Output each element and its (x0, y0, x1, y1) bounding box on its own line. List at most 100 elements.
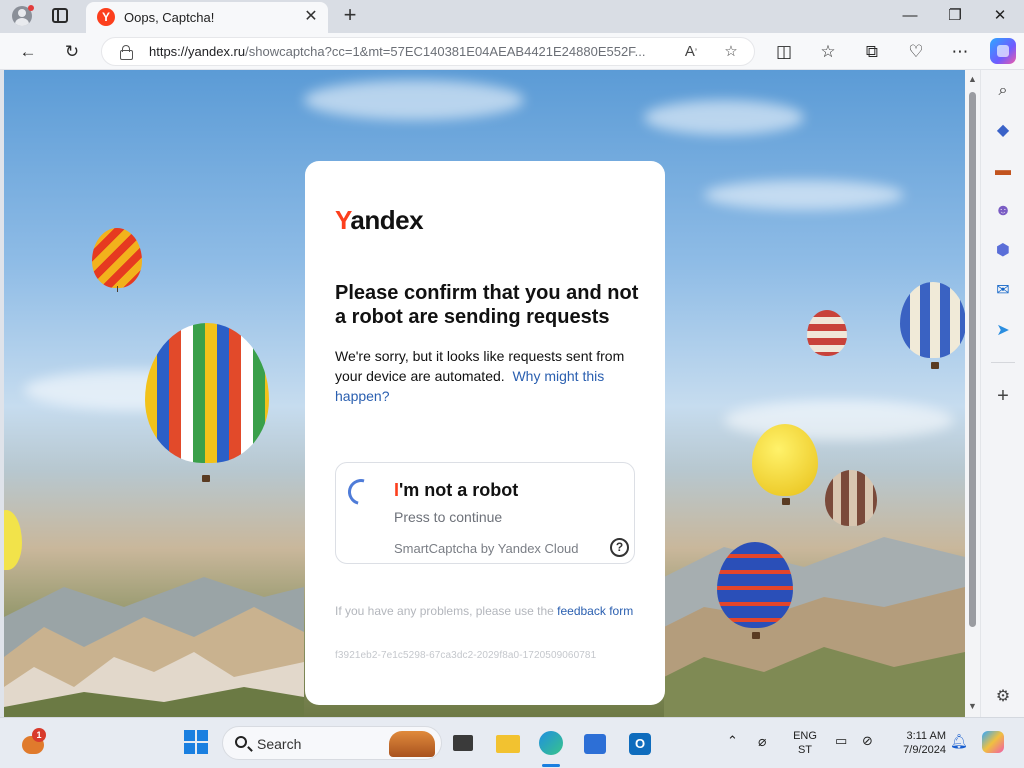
logo-rest: andex (350, 205, 424, 235)
balloon-rope (117, 286, 118, 292)
outlook-new-icon[interactable]: O (627, 730, 653, 756)
clock-time: 3:11 AM (906, 730, 946, 742)
tab-bar: Y Oops, Captcha! ✕ + — ❐ ✕ (0, 0, 1024, 33)
hot-air-balloon (807, 310, 847, 356)
captcha-description: We're sorry, but it looks like requests … (335, 346, 640, 406)
back-arrow-icon[interactable]: ← (15, 39, 41, 65)
clock[interactable]: 3:11 AM 7/9/2024 (886, 729, 946, 757)
send-icon[interactable]: ➤ (992, 320, 1014, 342)
cloud (704, 180, 904, 210)
tab-close-icon[interactable]: ✕ (302, 8, 320, 26)
clock-date: 7/9/2024 (903, 744, 946, 756)
url-path: /showcaptcha?cc=1&mt=57EC140381E04AEAB44… (245, 44, 646, 59)
request-id: f3921eb2-7e1c5298-67ca3dc2-2029f8a0-1720… (335, 650, 597, 661)
problems-text: If you have any problems, please use the (335, 604, 554, 618)
address-bar[interactable]: https://yandex.ru/showcaptcha?cc=1&mt=57… (101, 37, 755, 66)
lock-icon[interactable] (120, 45, 133, 60)
search-icon (235, 736, 247, 748)
minimize-icon[interactable]: — (895, 4, 925, 28)
cloud (644, 100, 804, 135)
collections-icon[interactable]: ⧉ (859, 39, 885, 65)
scroll-down-arrow-icon[interactable]: ▼ (965, 701, 980, 713)
balloon-basket (752, 632, 760, 639)
heart-pulse-icon[interactable]: ♡ (903, 39, 929, 65)
hot-air-balloon (717, 542, 793, 628)
copilot-preview-icon[interactable] (982, 731, 1004, 753)
windows-taskbar: 1 Search O ⌃ ⌀ ENG ST ▭ ⊘ 3:11 AM 7/9/20… (0, 717, 1024, 768)
notifications-bell-icon[interactable]: 🔔︎ (950, 734, 968, 748)
loading-spinner-icon (343, 474, 379, 510)
volume-muted-icon[interactable]: ⊘ (862, 734, 873, 748)
hot-air-balloon (825, 470, 877, 526)
show-hidden-icons-chevron-icon[interactable]: ⌃ (727, 734, 738, 748)
people-icon[interactable]: ☻ (992, 200, 1014, 222)
display-icon[interactable]: ▭ (835, 734, 847, 748)
yandex-logo: Yandex (335, 205, 424, 236)
hot-air-balloon (145, 323, 269, 463)
url-text[interactable]: https://yandex.ru/showcaptcha?cc=1&mt=57… (149, 44, 674, 59)
restore-icon[interactable]: ❐ (940, 4, 970, 28)
scroll-up-arrow-icon[interactable]: ▲ (965, 74, 980, 86)
network-icon[interactable]: ⌀ (758, 734, 766, 748)
split-screen-icon[interactable]: ◫ (771, 39, 797, 65)
page-title: Please confirm that you and not a robot … (335, 282, 639, 328)
edge-sidebar: ⌕ ◆ ▬ ☻ ⬢ ✉ ➤ + ⚙ (980, 70, 1024, 717)
vertical-scrollbar[interactable]: ▲ ▼ (965, 70, 980, 717)
favorite-star-icon[interactable]: ☆ (720, 41, 742, 63)
robot-title-rest: 'm not a robot (399, 480, 519, 500)
shopping-tag-icon[interactable]: ◆ (992, 120, 1014, 142)
balloon-basket (202, 475, 210, 482)
language-code: ENG (793, 730, 817, 742)
read-aloud-icon[interactable]: Aʼ (680, 41, 702, 63)
balloon-basket (782, 498, 790, 505)
hot-air-balloon (900, 282, 965, 358)
profile-notification-dot (28, 5, 34, 11)
notification-badge: 1 (32, 728, 46, 742)
copilot-icon[interactable] (990, 38, 1016, 64)
search-label: Search (257, 736, 302, 752)
search-icon[interactable]: ⌕ (992, 80, 1014, 102)
add-sidebar-app-plus-icon[interactable]: + (992, 385, 1014, 407)
yandex-favicon-icon: Y (97, 8, 115, 26)
browser-toolbar: ← ↻ https://yandex.ru/showcaptcha?cc=1&m… (0, 33, 1024, 70)
keyboard-layout: ST (797, 744, 813, 756)
search-highlight-image (389, 731, 435, 757)
cloud (724, 400, 954, 440)
taskbar-search-box[interactable]: Search (222, 726, 442, 760)
task-view-icon[interactable] (450, 730, 476, 756)
balloon-basket (931, 362, 939, 369)
hot-air-balloon (752, 424, 818, 496)
new-tab-plus-icon[interactable]: + (338, 4, 362, 28)
not-a-robot-checkbox[interactable]: I'm not a robot Press to continue SmartC… (335, 462, 635, 564)
robot-check-title: I'm not a robot (394, 480, 518, 501)
captcha-card: Yandex Please confirm that you and not a… (305, 161, 665, 705)
active-app-indicator (542, 764, 560, 767)
microsoft-store-icon[interactable] (582, 730, 608, 756)
scroll-thumb[interactable] (969, 92, 976, 627)
smartcaptcha-brand: SmartCaptcha by Yandex Cloud (394, 541, 579, 556)
news-widget-icon[interactable]: 1 (18, 728, 48, 758)
robot-check-subtitle: Press to continue (394, 509, 503, 525)
office-icon[interactable]: ⬢ (992, 240, 1014, 262)
problems-note: If you have any problems, please use the… (335, 603, 635, 619)
tab-actions-icon[interactable] (52, 8, 68, 23)
refresh-icon[interactable]: ↻ (59, 39, 85, 65)
cloud (304, 80, 524, 120)
edge-browser-icon[interactable] (538, 730, 564, 756)
tools-briefcase-icon[interactable]: ▬ (992, 160, 1014, 182)
hot-air-balloon (92, 228, 142, 288)
url-host: https://yandex.ru (149, 44, 246, 59)
file-explorer-icon[interactable] (495, 730, 521, 756)
favorites-icon[interactable]: ☆ (815, 39, 841, 65)
feedback-form-link[interactable]: feedback form (557, 604, 633, 618)
start-windows-icon[interactable] (184, 730, 210, 756)
outlook-icon[interactable]: ✉ (992, 280, 1014, 302)
active-tab[interactable]: Y Oops, Captcha! ✕ (86, 2, 328, 33)
help-icon[interactable]: ? (610, 538, 629, 557)
language-indicator[interactable]: ENG ST (790, 729, 820, 757)
logo-letter: Y (335, 205, 351, 235)
tab-title: Oops, Captcha! (124, 10, 215, 25)
settings-gear-icon[interactable]: ⚙ (992, 686, 1014, 708)
more-icon[interactable]: ⋯ (947, 39, 973, 65)
close-window-icon[interactable]: ✕ (985, 4, 1015, 28)
